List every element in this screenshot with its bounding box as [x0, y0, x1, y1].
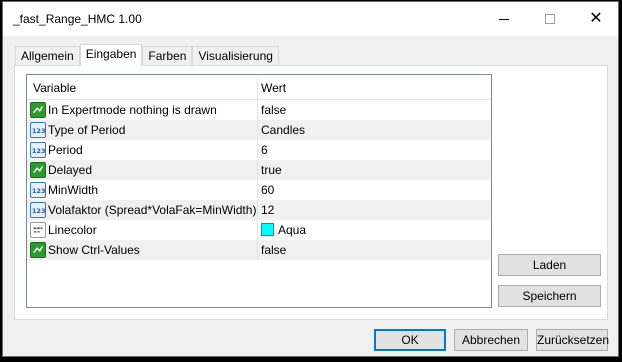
- grid-row[interactable]: 123 Volafaktor (Spread*VolaFak=MinWidth)…: [27, 200, 491, 220]
- tab-eingaben[interactable]: Eingaben: [79, 44, 143, 66]
- grid-header: Variable Wert: [27, 75, 491, 100]
- grid-row[interactable]: 123 Period 6: [27, 140, 491, 160]
- close-button[interactable]: ✕: [573, 2, 619, 36]
- minimize-icon: [499, 18, 509, 20]
- minimize-button[interactable]: [481, 2, 527, 36]
- load-button[interactable]: Laden: [498, 254, 601, 276]
- column-header-variable[interactable]: Variable: [33, 81, 76, 95]
- row-name: Period: [48, 143, 83, 157]
- row-name: In Expertmode nothing is drawn: [48, 103, 217, 117]
- color-swatch: [261, 223, 274, 236]
- row-value[interactable]: Aqua: [261, 223, 306, 237]
- save-button[interactable]: Speichern: [498, 285, 601, 307]
- row-name: MinWidth: [48, 183, 99, 197]
- bool-icon: [30, 162, 46, 178]
- row-value[interactable]: false: [261, 103, 286, 117]
- tab-allgemein[interactable]: Allgemein: [15, 46, 80, 66]
- grid-row[interactable]: Delayed true: [27, 160, 491, 180]
- ok-button[interactable]: OK: [374, 329, 446, 351]
- number-icon: 123: [30, 142, 46, 158]
- grid-row[interactable]: 123 MinWidth 60: [27, 180, 491, 200]
- window-title: _fast_Range_HMC 1.00: [13, 12, 142, 26]
- maximize-icon: [545, 14, 555, 24]
- grid-row[interactable]: 123 Type of Period Candles: [27, 120, 491, 140]
- dialog-window: _fast_Range_HMC 1.00 ✕ Allgemein Eingabe…: [2, 1, 619, 357]
- row-divider: [257, 160, 258, 180]
- row-value[interactable]: true: [261, 163, 282, 177]
- row-value[interactable]: 60: [261, 183, 274, 197]
- number-icon: 123: [30, 182, 46, 198]
- row-divider: [257, 100, 258, 120]
- row-name: Linecolor: [48, 223, 97, 237]
- row-value[interactable]: false: [261, 243, 286, 257]
- row-divider: [257, 240, 258, 260]
- color-icon: [30, 222, 46, 238]
- number-icon: 123: [30, 202, 46, 218]
- inputs-grid: Variable Wert In Expertmode nothing is d…: [26, 74, 492, 308]
- column-header-value[interactable]: Wert: [261, 81, 286, 95]
- bool-icon: [30, 242, 46, 258]
- row-divider: [257, 120, 258, 140]
- tab-strip: Allgemein Eingaben Farben Visualisierung: [15, 44, 279, 66]
- tab-panel: Variable Wert In Expertmode nothing is d…: [14, 65, 608, 320]
- svg-text:123: 123: [32, 147, 46, 155]
- number-icon: 123: [30, 122, 46, 138]
- column-divider[interactable]: [257, 75, 258, 100]
- row-divider: [257, 140, 258, 160]
- close-icon: ✕: [589, 10, 603, 27]
- row-divider: [257, 200, 258, 220]
- maximize-button[interactable]: [527, 2, 573, 36]
- reset-button[interactable]: Zurücksetzen: [536, 329, 609, 351]
- cancel-button[interactable]: Abbrechen: [454, 329, 528, 351]
- svg-text:123: 123: [32, 187, 46, 195]
- tab-farben[interactable]: Farben: [142, 46, 193, 66]
- svg-text:123: 123: [32, 207, 46, 215]
- row-value[interactable]: 6: [261, 143, 268, 157]
- row-divider: [257, 180, 258, 200]
- row-name: Show Ctrl-Values: [48, 243, 140, 257]
- row-name: Delayed: [48, 163, 93, 177]
- row-name: Volafaktor (Spread*VolaFak=MinWidth): [48, 203, 257, 217]
- grid-row[interactable]: Show Ctrl-Values false: [27, 240, 491, 260]
- color-value-label: Aqua: [278, 223, 307, 237]
- grid-row[interactable]: Linecolor Aqua: [27, 220, 491, 240]
- svg-text:123: 123: [32, 127, 46, 135]
- tab-visualisierung[interactable]: Visualisierung: [192, 46, 279, 66]
- row-value[interactable]: 12: [261, 203, 274, 217]
- row-value[interactable]: Candles: [261, 123, 305, 137]
- grid-row[interactable]: In Expertmode nothing is drawn false: [27, 100, 491, 120]
- row-divider: [257, 220, 258, 240]
- title-bar: _fast_Range_HMC 1.00 ✕: [3, 2, 618, 36]
- row-name: Type of Period: [48, 123, 126, 137]
- bool-icon: [30, 102, 46, 118]
